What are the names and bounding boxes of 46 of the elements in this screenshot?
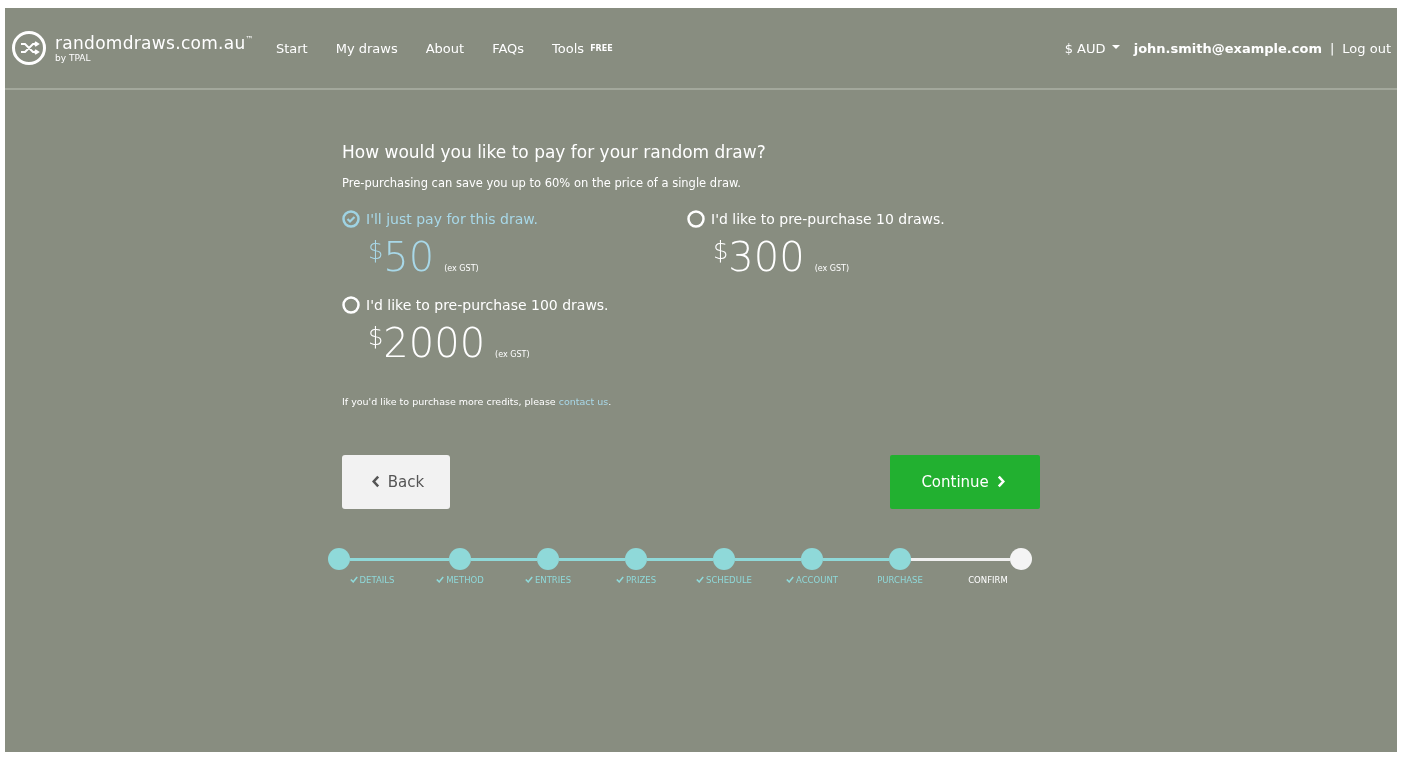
nav-link[interactable]: About [425,40,465,56]
check-icon [696,576,704,583]
step-label: SCHEDULE [696,575,752,585]
check-icon [524,576,533,583]
gst-note: (ex GST) [814,264,850,273]
checked-circle-icon[interactable] [342,210,360,228]
option-price: $^{$}$2000 [368,320,486,366]
empty-circle-icon[interactable] [687,210,705,228]
payment-option-radio[interactable]: I'd like to pre-purchase 10 draws. [687,210,1032,228]
logo-byline: by TPAL [55,53,92,63]
continue-button[interactable]: Continue [890,455,1040,509]
empty-circle-icon[interactable] [342,296,360,314]
separator: | [1329,40,1335,56]
step-label: METHOD [436,575,484,585]
gst-note: (ex GST) [495,350,530,359]
nav-link[interactable]: Tools [552,40,585,56]
page-subheading: Pre-purchasing can save you up to 60% on the price of a single draw. [342,176,742,190]
step-label: CONFIRM [968,575,1008,585]
site-logo-text[interactable]: randomdraws.com.au$^{™}$ [55,33,254,53]
option-price: $^{$}$50 [368,234,435,280]
chevron-left-icon [370,475,380,488]
logout-link[interactable]: Log out [1342,40,1391,56]
check-icon [349,576,358,583]
contact-text: If you'd like to purchase more credits, please contact us. [342,396,613,407]
step-label: PRIZES [615,575,657,585]
page-heading: How would you like to pay for your random draw? [342,142,767,162]
nav-link[interactable]: FAQs [492,40,525,56]
option-price: $^{$}$300 [713,234,805,280]
currency-dropdown[interactable]: $ AUD [1064,40,1120,56]
user-email: john.smith@example.com [1133,40,1322,56]
step-label: DETAILS [349,575,395,585]
gst-note: (ex GST) [444,264,479,273]
payment-option-radio[interactable]: I'd like to pre-purchase 100 draws. [342,296,687,314]
check-icon [786,576,794,583]
payment-option-radio[interactable]: I'll just pay for this draw. [342,210,687,228]
check-icon [436,576,445,583]
check-icon [615,576,624,583]
free-tag: FREE [590,43,613,53]
nav-link[interactable]: My draws [335,40,398,56]
nav-link[interactable]: Start [275,40,308,56]
chevron-right-icon [996,475,1006,488]
step-label: ENTRIES [524,575,572,585]
step-label: ACCOUNT [786,575,838,585]
step-label: PURCHASE [877,575,923,585]
shuffle-logo-icon[interactable] [11,30,47,66]
back-button[interactable]: Back [342,455,450,509]
